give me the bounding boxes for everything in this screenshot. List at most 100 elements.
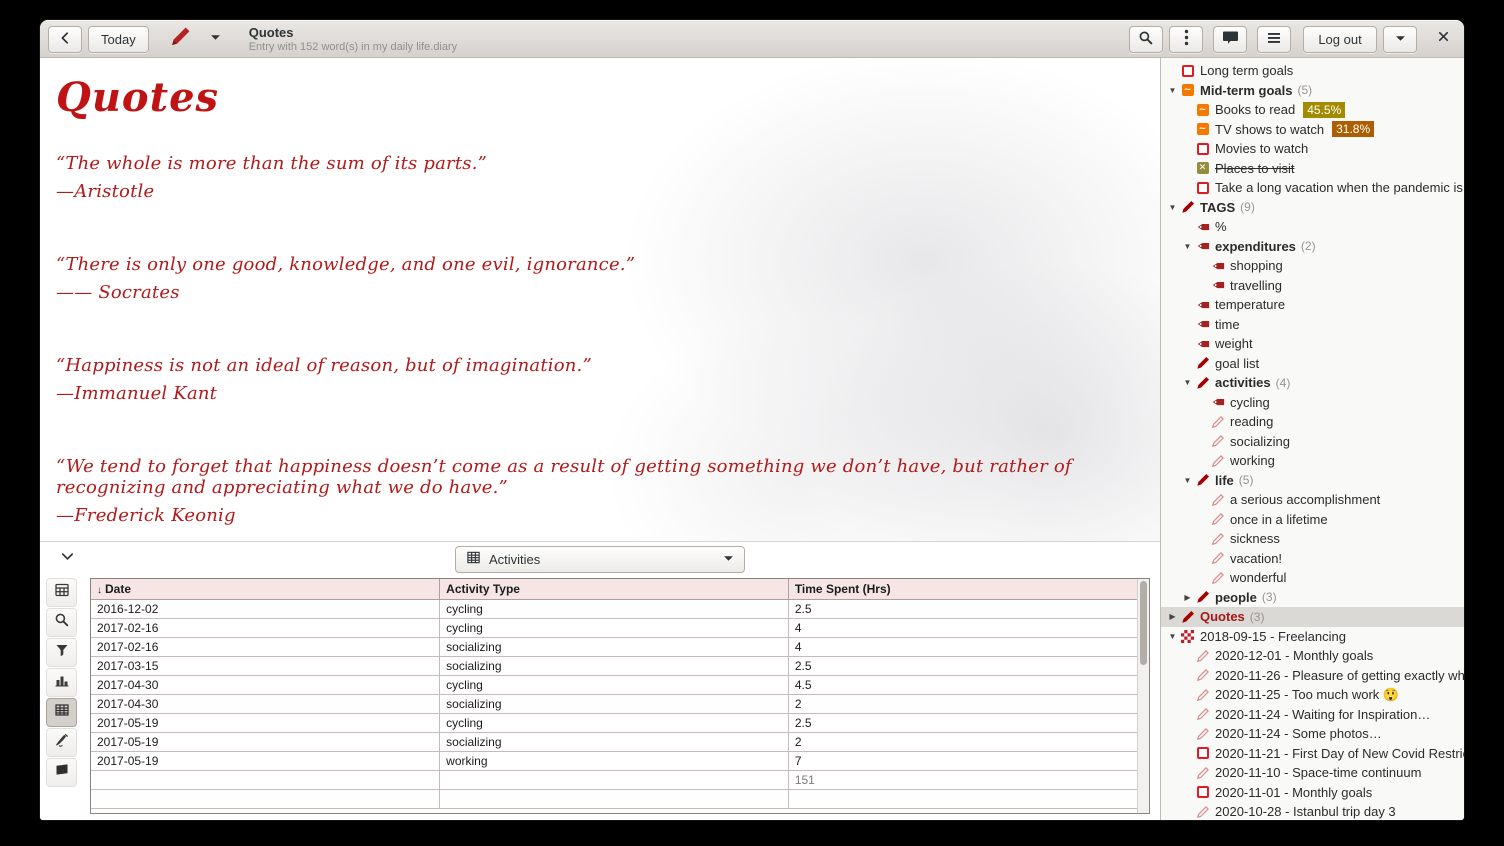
tree-item-2020-11-26-pleasure-of-getting-exactly-w[interactable]: 2020-11-26 - Pleasure of getting exactly… — [1161, 666, 1464, 686]
table-row[interactable]: 2017-05-19socializing2 — [91, 733, 1137, 752]
tree-item-2020-11-24-waiting-for-inspiration-[interactable]: 2020-11-24 - Waiting for Inspiration… — [1161, 705, 1464, 725]
tree-item-2020-11-25-too-much-work-[interactable]: 2020-11-25 - Too much work 😲 — [1161, 685, 1464, 705]
checkbox-red-icon — [1195, 181, 1210, 195]
table-scrollbar[interactable] — [1137, 579, 1149, 813]
tree-item-sickness[interactable]: sickness — [1161, 529, 1464, 549]
checkbox-red-icon — [1195, 785, 1210, 799]
tree-item-2020-11-10-space-time-continuum[interactable]: 2020-11-10 - Space-time continuum — [1161, 763, 1464, 783]
filter-funnel-tool-button[interactable] — [46, 638, 77, 667]
tree-item-label: Quotes — [1200, 609, 1245, 624]
comment-button[interactable] — [1213, 26, 1247, 53]
edit-menu-caret[interactable] — [204, 26, 227, 53]
quote-block: “We tend to forget that happiness doesn’… — [56, 456, 1142, 526]
tree-item-reading[interactable]: reading — [1161, 412, 1464, 432]
tree-item-quotes[interactable]: ▶Quotes(3) — [1161, 607, 1464, 627]
column-header-time-spent-hrs-[interactable]: Time Spent (Hrs) — [788, 579, 1137, 600]
logout-caret-button[interactable] — [1383, 26, 1417, 53]
table-row[interactable]: 2017-05-19cycling2.5 — [91, 714, 1137, 733]
today-button[interactable]: Today — [88, 26, 149, 53]
table-row[interactable]: 2017-05-19working7 — [91, 752, 1137, 771]
collapse-panel-button[interactable] — [54, 546, 81, 573]
tree-item-take-a-long-vacation-when-the-pandemic-i[interactable]: Take a long vacation when the pandemic i… — [1161, 178, 1464, 198]
close-window-button[interactable] — [1431, 26, 1456, 53]
pencil-outline-icon — [1210, 571, 1225, 585]
chevron-down-icon — [60, 549, 75, 569]
table-row[interactable]: 2017-04-30cycling4.5 — [91, 676, 1137, 695]
tree-item-count: (5) — [1239, 473, 1254, 487]
tree-item-label: wonderful — [1230, 570, 1286, 585]
tree-item-cycling[interactable]: cycling — [1161, 393, 1464, 413]
tree-item-once-in-a-lifetime[interactable]: once in a lifetime — [1161, 510, 1464, 530]
tree-item-mid-term-goals[interactable]: ▼~Mid-term goals(5) — [1161, 81, 1464, 101]
chart-panel-header: Activities — [40, 542, 1160, 576]
back-button[interactable] — [48, 26, 82, 53]
tree-item-2020-11-24-some-photos-[interactable]: 2020-11-24 - Some photos… — [1161, 724, 1464, 744]
tree-item-goal-list[interactable]: goal list — [1161, 354, 1464, 374]
tree-item-2018-09-15-freelancing[interactable]: ▼2018-09-15 - Freelancing — [1161, 627, 1464, 647]
search-button[interactable] — [1129, 26, 1163, 53]
tree-item-shopping[interactable]: shopping — [1161, 256, 1464, 276]
flag-banner-tool-button[interactable] — [46, 758, 77, 787]
column-header-activity-type[interactable]: Activity Type — [440, 579, 789, 600]
tree-item-socializing[interactable]: socializing — [1161, 432, 1464, 452]
tree-item-expenditures[interactable]: ▼expenditures(2) — [1161, 237, 1464, 257]
more-options-button[interactable] — [1169, 26, 1203, 53]
magnifier-tool-button[interactable] — [46, 608, 77, 637]
sort-arrow-icon: ↓ — [97, 585, 102, 596]
expander-down-icon[interactable]: ▼ — [1165, 86, 1180, 95]
table-scrollbar-thumb[interactable] — [1140, 581, 1147, 665]
table-row[interactable]: 2017-02-16cycling4 — [91, 619, 1137, 638]
tree-item-vacation-[interactable]: vacation! — [1161, 549, 1464, 569]
tree-item-travelling[interactable]: travelling — [1161, 276, 1464, 296]
tree-item-weight[interactable]: weight — [1161, 334, 1464, 354]
expander-down-icon[interactable]: ▼ — [1165, 203, 1180, 212]
table-row — [91, 790, 1137, 809]
wave-orange-icon: ~ — [1180, 83, 1195, 97]
tree-item-people[interactable]: ▶people(3) — [1161, 588, 1464, 608]
expander-down-icon[interactable]: ▼ — [1180, 378, 1195, 387]
calendar-grid-tool-button[interactable] — [46, 578, 77, 607]
tree-item-2020-12-01-monthly-goals[interactable]: 2020-12-01 - Monthly goals — [1161, 646, 1464, 666]
expander-right-icon[interactable]: ▶ — [1165, 612, 1180, 621]
logout-button[interactable]: Log out — [1303, 26, 1377, 53]
paint-brush-tool-button[interactable] — [46, 728, 77, 757]
tree-item-temperature[interactable]: temperature — [1161, 295, 1464, 315]
expander-right-icon[interactable]: ▶ — [1180, 593, 1195, 602]
tree-item-books-to-read[interactable]: ~Books to read45.5% — [1161, 100, 1464, 120]
table-cell: socializing — [440, 733, 789, 752]
pencil-outline-icon — [1195, 668, 1210, 682]
tree-item-life[interactable]: ▼life(5) — [1161, 471, 1464, 491]
chart-selector-dropdown[interactable]: Activities — [455, 546, 745, 573]
tree-item-2020-11-21-first-day-of-new-covid-restri[interactable]: 2020-11-21 - First Day of New Covid Rest… — [1161, 744, 1464, 764]
table-grid-icon — [466, 550, 481, 568]
edit-entry-button[interactable] — [163, 26, 198, 53]
tree-item-2020-10-28-istanbul-trip-day-3[interactable]: 2020-10-28 - Istanbul trip day 3 — [1161, 802, 1464, 820]
table-row[interactable]: 2017-03-15socializing2.5 — [91, 657, 1137, 676]
tree-item-label: 2020-11-10 - Space-time continuum — [1215, 765, 1421, 780]
hamburger-menu-button[interactable] — [1257, 26, 1291, 53]
expander-down-icon[interactable]: ▼ — [1180, 476, 1195, 485]
table-row[interactable]: 2016-12-02cycling2.5 — [91, 600, 1137, 619]
column-header-date[interactable]: ↓Date — [91, 579, 440, 600]
tree-item-time[interactable]: time — [1161, 315, 1464, 335]
bar-chart-tool-button[interactable] — [46, 668, 77, 697]
table-row[interactable]: 2017-02-16socializing4 — [91, 638, 1137, 657]
table-row[interactable]: 2017-04-30socializing2 — [91, 695, 1137, 714]
expander-down-icon[interactable]: ▼ — [1165, 632, 1180, 641]
tree-item-tags[interactable]: ▼TAGS(9) — [1161, 198, 1464, 218]
tree-item-a-serious-accomplishment[interactable]: a serious accomplishment — [1161, 490, 1464, 510]
tree-item-movies-to-watch[interactable]: Movies to watch — [1161, 139, 1464, 159]
expander-down-icon[interactable]: ▼ — [1180, 242, 1195, 251]
tree-item-2020-11-01-monthly-goals[interactable]: 2020-11-01 - Monthly goals — [1161, 783, 1464, 803]
tree-item-places-to-visit[interactable]: ✕Places to visit — [1161, 159, 1464, 179]
tree-item-long-term-goals[interactable]: Long term goals — [1161, 61, 1464, 81]
tree-item-wonderful[interactable]: wonderful — [1161, 568, 1464, 588]
tree-item--[interactable]: % — [1161, 217, 1464, 237]
entry-editor[interactable]: Quotes “The whole is more than the sum o… — [40, 58, 1160, 541]
tree-item-working[interactable]: working — [1161, 451, 1464, 471]
tree-item-tv-shows-to-watch[interactable]: ~TV shows to watch31.8% — [1161, 120, 1464, 140]
pencil-outline-icon — [1210, 434, 1225, 448]
tree-item-activities[interactable]: ▼activities(4) — [1161, 373, 1464, 393]
table-cell: socializing — [440, 638, 789, 657]
table-grid-tool-button[interactable] — [46, 698, 77, 727]
